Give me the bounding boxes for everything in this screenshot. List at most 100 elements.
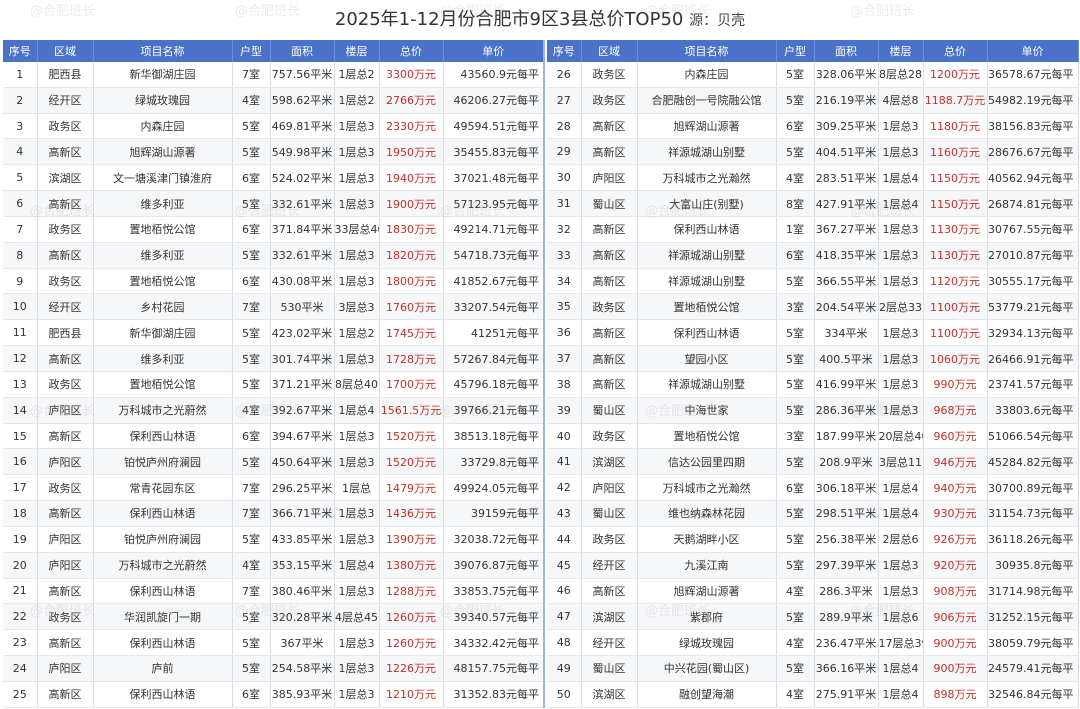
rank-cell: 8: [3, 242, 38, 269]
rank-cell: 24: [3, 655, 38, 682]
district-cell: 政务区: [581, 62, 638, 88]
table-row: 41 滨湖区 信达公园里四期 5室 208.9平米 3层总11 946万元 45284.82元…: [547, 448, 1079, 476]
layout-cell: 7室: [232, 474, 271, 502]
unit-price-cell: 41852.67元每平: [443, 268, 545, 295]
project-name-cell: 置地栢悦公馆: [637, 293, 777, 321]
area-cell: 392.67平米: [270, 397, 335, 424]
unit-price-cell: 35455.83元每平: [443, 138, 545, 166]
project-name-cell: 保利西山林语: [637, 319, 777, 347]
table-row: 1 肥西县 新华御湖庄园 7室 757.56平米 1层总2 3300万元 43560.9元每平: [3, 62, 545, 88]
table-header-row: 序号 区域 项目名称 户型 面积 楼层 总价 单价: [547, 40, 1079, 62]
unit-price-cell: 54718.73元每平: [443, 242, 545, 269]
column-header: 序号: [547, 40, 582, 62]
layout-cell: 5室: [232, 138, 271, 166]
table-row: 22 政务区 华润凯旋门一期 5室 320.28平米 4层总45 1260万元 39340.5…: [3, 603, 545, 631]
layout-cell: 7室: [232, 500, 271, 527]
table-row: 20 庐阳区 万科城市之光蔚然 4室 353.15平米 1层总4 1380万元 39076.8…: [3, 552, 545, 579]
column-header: 序号: [3, 40, 38, 62]
floor-cell: 1层总2: [334, 319, 380, 347]
layout-cell: 5室: [776, 87, 815, 114]
unit-price-cell: 34332.42元每平: [443, 629, 545, 657]
rank-cell: 15: [3, 423, 38, 450]
floor-cell: 1层总: [334, 474, 380, 502]
table-row: 46 高新区 旭辉湖山源著 4室 286.3平米 1层总3 908万元 31714.98元每平: [547, 578, 1079, 605]
rank-cell: 42: [547, 474, 582, 502]
area-cell: 208.9平米: [814, 448, 879, 476]
unit-price-cell: 36118.26元每平: [987, 526, 1079, 553]
table-row: 37 高新区 望园小区 5室 400.5平米 1层总3 1060万元 26466.91元每平: [547, 345, 1079, 372]
project-name-cell: 维多利亚: [93, 345, 233, 372]
area-cell: 524.02平米: [270, 164, 335, 192]
district-cell: 经开区: [37, 87, 94, 114]
table-row: 9 政务区 置地栢悦公馆 6室 430.08平米 1层总3 1800万元 41852.67元每…: [3, 268, 545, 295]
floor-cell: 1层总3: [878, 113, 924, 140]
total-price-cell: 1100万元: [923, 293, 988, 321]
total-price-cell: 1800万元: [379, 268, 444, 295]
floor-cell: 1层总3: [878, 138, 924, 166]
area-cell: 423.02平米: [270, 319, 335, 347]
unit-price-cell: 30555.17元每平: [987, 268, 1079, 295]
layout-cell: 7室: [232, 293, 271, 321]
total-price-cell: 1760万元: [379, 293, 444, 321]
floor-cell: 1层总3: [878, 578, 924, 605]
unit-price-cell: 57267.84元每平: [443, 345, 545, 372]
layout-cell: 5室: [776, 397, 815, 424]
district-cell: 高新区: [581, 371, 638, 398]
district-cell: 高新区: [37, 138, 94, 166]
rank-cell: 21: [3, 578, 38, 605]
column-header: 户型: [776, 40, 815, 62]
area-cell: 187.99平米: [814, 423, 879, 450]
unit-price-cell: 41251元每平: [443, 319, 545, 347]
table-row: 8 高新区 维多利亚 5室 332.61平米 1层总3 1820万元 54718.73元每平: [3, 242, 545, 269]
table-row: 44 政务区 天鹅湖畔小区 5室 256.38平米 2层总6 926万元 36118.26元每…: [547, 526, 1079, 553]
district-cell: 滨湖区: [581, 603, 638, 631]
layout-cell: 6室: [232, 216, 271, 243]
ranking-table-left: 序号 区域 项目名称 户型 面积 楼层 总价 单价 1 肥西县 新华御湖庄园 7室 757.56平米 1…: [3, 40, 545, 708]
layout-cell: 5室: [232, 319, 271, 347]
area-cell: 366.16平米: [814, 655, 879, 682]
rank-cell: 48: [547, 629, 582, 657]
floor-cell: 1层总3: [334, 190, 380, 217]
area-cell: 469.81平米: [270, 113, 335, 140]
total-price-cell: 1150万元: [923, 190, 988, 217]
unit-price-cell: 32934.13元每平: [987, 319, 1079, 347]
layout-cell: 4室: [232, 87, 271, 114]
unit-price-cell: 24579.41元每平: [987, 655, 1079, 682]
total-price-cell: 1100万元: [923, 319, 988, 347]
project-name-cell: 万科城市之光瀚然: [637, 474, 777, 502]
area-cell: 309.25平米: [814, 113, 879, 140]
total-price-cell: 990万元: [923, 371, 988, 398]
table-row: 47 滨湖区 紫郡府 5室 289.9平米 1层总6 906万元 31252.15元每平: [547, 603, 1079, 631]
unit-price-cell: 49214.71元每平: [443, 216, 545, 243]
rank-cell: 45: [547, 552, 582, 579]
total-price-cell: 1260万元: [379, 603, 444, 631]
district-cell: 高新区: [37, 190, 94, 217]
project-name-cell: 大富山庄(别墅): [637, 190, 777, 217]
project-name-cell: 铂悦庐州府澜园: [93, 448, 233, 476]
area-cell: 371.84平米: [270, 216, 335, 243]
table-row: 24 庐阳区 庐前 5室 254.58平米 1层总3 1226万元 48157.75元每平: [3, 655, 545, 682]
rank-cell: 26: [547, 62, 582, 88]
floor-cell: 1层总4: [878, 474, 924, 502]
rank-cell: 32: [547, 216, 582, 243]
project-name-cell: 铂悦庐州府澜园: [93, 526, 233, 553]
project-name-cell: 九溪江南: [637, 552, 777, 579]
unit-price-cell: 38059.79元每平: [987, 629, 1079, 657]
floor-cell: 17层总39: [878, 629, 924, 657]
floor-cell: 2层总6: [878, 526, 924, 553]
floor-cell: 1层总3: [334, 345, 380, 372]
area-cell: 275.91平米: [814, 681, 879, 708]
unit-price-cell: 37021.48元每平: [443, 164, 545, 192]
district-cell: 庐阳区: [37, 552, 94, 579]
area-cell: 530平米: [270, 293, 335, 321]
unit-price-cell: 31352.83元每平: [443, 681, 545, 708]
layout-cell: 5室: [776, 345, 815, 372]
layout-cell: 5室: [776, 500, 815, 527]
total-price-cell: 1180万元: [923, 113, 988, 140]
rank-cell: 18: [3, 500, 38, 527]
project-name-cell: 保利西山林语: [93, 681, 233, 708]
floor-cell: 1层总3: [334, 164, 380, 192]
project-name-cell: 合肥融创一号院融公馆: [637, 87, 777, 114]
table-row: 38 高新区 祥源城湖山别墅 5室 416.99平米 1层总3 990万元 23741.57元…: [547, 371, 1079, 398]
unit-price-cell: 39076.87元每平: [443, 552, 545, 579]
